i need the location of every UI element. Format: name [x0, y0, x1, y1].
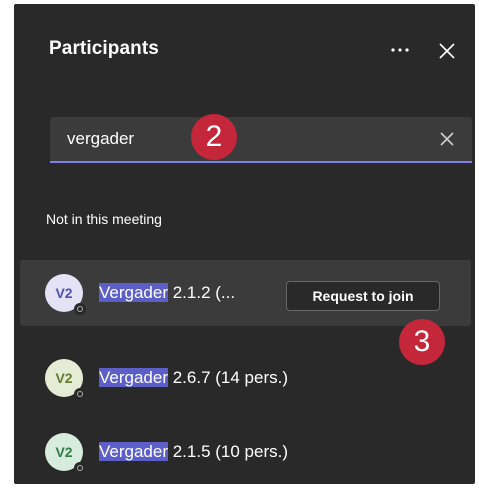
- panel-header: Participants: [14, 4, 475, 96]
- participants-panel: Participants 2 Not in this meeting V2 Ve…: [14, 4, 475, 484]
- panel-title: Participants: [49, 38, 159, 59]
- avatar-initials: V2: [55, 444, 73, 460]
- participant-name: Vergader 2.1.2 (...: [99, 283, 235, 303]
- avatar-initials: V2: [55, 285, 73, 301]
- request-to-join-button[interactable]: Request to join: [286, 281, 440, 311]
- participant-name-rest: 2.1.2 (...: [168, 283, 236, 302]
- participant-name: Vergader 2.6.7 (14 pers.): [99, 368, 288, 388]
- participant-name-rest: 2.6.7 (14 pers.): [168, 368, 289, 387]
- participant-name-rest: 2.1.5 (10 pers.): [168, 442, 289, 461]
- clear-search-icon[interactable]: [438, 130, 456, 148]
- participant-row[interactable]: V2 Vergader 2.1.5 (10 pers.): [20, 419, 471, 485]
- close-icon: [439, 43, 455, 59]
- more-horizontal-icon: [391, 48, 409, 52]
- search-highlight: Vergader: [99, 283, 168, 302]
- search-field[interactable]: [50, 117, 472, 163]
- participant-row[interactable]: V2 Vergader 2.1.2 (... Request to join: [20, 260, 471, 326]
- close-panel-button[interactable]: [434, 38, 460, 64]
- participant-name: Vergader 2.1.5 (10 pers.): [99, 442, 288, 462]
- search-highlight: Vergader: [99, 442, 168, 461]
- avatar: V2: [45, 433, 86, 474]
- status-icon: [74, 462, 86, 474]
- section-label-not-in-meeting: Not in this meeting: [46, 211, 162, 227]
- callout-badge-2: 2: [191, 114, 237, 160]
- more-options-button[interactable]: [385, 38, 415, 62]
- status-icon: [74, 388, 86, 400]
- avatar-initials: V2: [55, 370, 73, 386]
- search-highlight: Vergader: [99, 368, 168, 387]
- status-icon: [74, 303, 86, 315]
- avatar: V2: [45, 359, 86, 400]
- avatar: V2: [45, 274, 86, 315]
- participant-row[interactable]: V2 Vergader 2.6.7 (14 pers.): [20, 345, 471, 411]
